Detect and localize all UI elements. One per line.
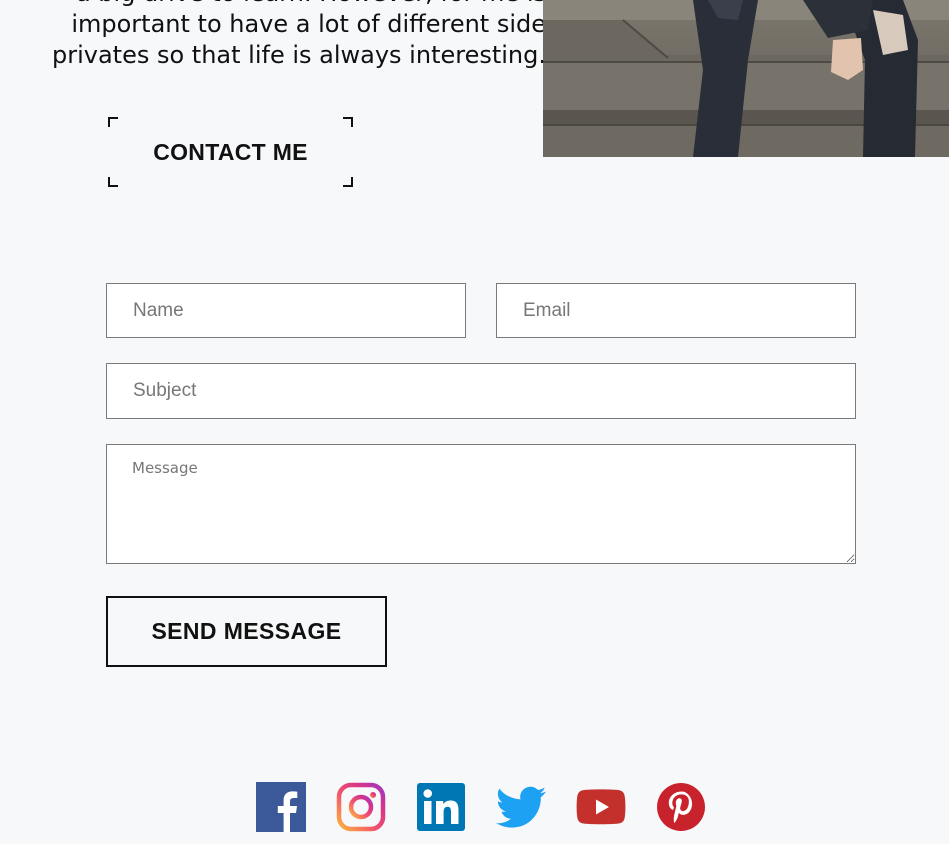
linkedin-link[interactable] — [416, 782, 466, 832]
youtube-icon — [576, 789, 626, 825]
intro-text: a big drive to learn. However, for me is… — [0, 0, 546, 71]
corner-bracket — [343, 117, 353, 127]
subject-input[interactable] — [106, 363, 856, 419]
intro-line: a big drive to learn. However, for me is — [0, 0, 546, 9]
facebook-icon — [256, 782, 306, 832]
intro-line: important to have a lot of different sid… — [71, 10, 546, 38]
pinterest-icon — [657, 783, 705, 831]
twitter-icon — [496, 786, 546, 828]
contact-me-label: CONTACT ME — [153, 138, 308, 165]
pinterest-link[interactable] — [656, 782, 706, 832]
facebook-link[interactable] — [256, 782, 306, 832]
send-message-button[interactable]: SEND MESSAGE — [106, 596, 387, 667]
contact-me-button[interactable]: CONTACT ME — [108, 117, 353, 187]
youtube-link[interactable] — [576, 782, 626, 832]
page: a big drive to learn. However, for me is… — [0, 0, 949, 844]
instagram-link[interactable] — [336, 782, 386, 832]
photo-image — [543, 0, 949, 157]
send-message-label: SEND MESSAGE — [151, 618, 342, 644]
corner-bracket — [343, 177, 353, 187]
name-input[interactable] — [106, 283, 466, 338]
twitter-link[interactable] — [496, 782, 546, 832]
social-links — [256, 782, 706, 832]
linkedin-icon — [417, 783, 465, 831]
instagram-icon — [336, 782, 386, 832]
corner-bracket — [108, 177, 118, 187]
email-input[interactable] — [496, 283, 856, 338]
message-textarea[interactable] — [106, 444, 856, 564]
intro-line: privates so that life is always interest… — [51, 41, 546, 69]
corner-bracket — [108, 117, 118, 127]
profile-photo — [543, 0, 949, 157]
